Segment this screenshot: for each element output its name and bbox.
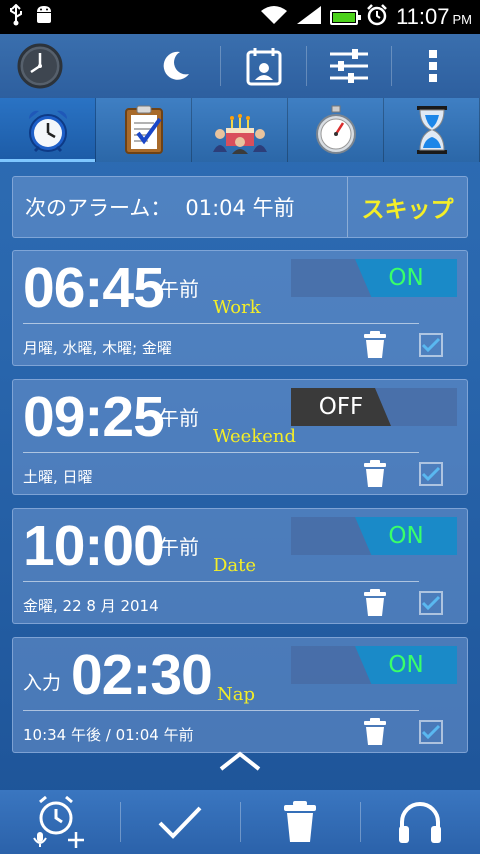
signal-icon <box>296 5 322 29</box>
next-alarm-card: 次のアラーム： 01:04 午前 スキップ <box>12 176 468 238</box>
headphones-icon <box>399 802 441 843</box>
tab-bar <box>0 98 480 162</box>
alarm-toggle[interactable]: OFF <box>291 388 457 426</box>
divider <box>23 581 419 582</box>
alarm-days: 月曜, 水曜, 木曜; 金曜 <box>23 339 172 357</box>
trash-icon[interactable] <box>363 589 387 617</box>
alarm-ampm: 午前 <box>159 535 199 559</box>
tab-alarms[interactable] <box>0 98 96 162</box>
overflow-menu-icon <box>429 50 437 82</box>
alarm-time[interactable]: 10:00 <box>23 513 165 579</box>
toggle-state: ON <box>355 517 457 555</box>
divider <box>23 323 419 324</box>
alarm-checkbox[interactable] <box>419 462 443 486</box>
alarm-toggle[interactable]: ON <box>291 646 457 684</box>
alarm-checkbox[interactable] <box>419 333 443 357</box>
add-voice-alarm-button[interactable] <box>0 790 120 854</box>
checkmark-icon <box>421 466 441 482</box>
usb-icon <box>8 3 24 30</box>
wifi-icon <box>260 5 288 29</box>
sliders-icon <box>330 49 368 83</box>
trash-icon[interactable] <box>363 331 387 359</box>
alarm-checkbox[interactable] <box>419 720 443 744</box>
alarm-time[interactable]: 09:25 <box>23 384 165 450</box>
battery-icon <box>330 9 362 25</box>
alarm-days: 土曜, 日曜 <box>23 468 93 486</box>
chevron-up-icon <box>219 751 261 771</box>
alarm-name: Work <box>213 297 261 318</box>
analog-clock-icon <box>17 43 63 89</box>
tab-stopwatch[interactable] <box>288 98 384 162</box>
alarm-card[interactable]: 06:45 午前 Work ON 月曜, 水曜, 木曜; 金曜 <box>12 250 468 366</box>
next-alarm-time: 01:04 午前 <box>185 196 295 220</box>
android-icon <box>34 4 54 30</box>
checkmark-icon <box>421 724 441 740</box>
settings-button[interactable] <box>307 34 391 98</box>
alarm-clock-icon <box>366 4 388 30</box>
trash-icon[interactable] <box>363 460 387 488</box>
status-bar: 11:07 PM <box>0 0 480 34</box>
alarm-toggle[interactable]: ON <box>291 517 457 555</box>
skip-button[interactable]: スキップ <box>347 177 467 237</box>
divider <box>23 452 419 453</box>
stopwatch-icon <box>315 105 356 154</box>
divider <box>23 710 419 711</box>
checkmark-icon <box>158 806 202 839</box>
alarm-time[interactable]: 02:30 <box>71 642 213 708</box>
tab-birthdays[interactable] <box>192 98 288 162</box>
alarm-name: Date <box>213 555 257 576</box>
status-time: 11:07 PM <box>396 4 472 29</box>
bottom-bar <box>0 790 480 854</box>
calendar-button[interactable] <box>221 34 306 98</box>
alarm-toggle[interactable]: ON <box>291 259 457 297</box>
calendar-icon <box>246 48 281 86</box>
night-mode-button[interactable] <box>80 34 220 98</box>
alarm-clock-icon <box>28 110 67 153</box>
delete-button[interactable] <box>240 790 360 854</box>
alarm-card[interactable]: 10:00 午前 Date ON 金曜, 22 8 月 2014 <box>12 508 468 624</box>
analog-clock-button[interactable] <box>0 34 80 98</box>
hourglass-icon <box>416 106 447 154</box>
alarm-name: Weekend <box>213 426 297 447</box>
tab-timer[interactable] <box>384 98 480 162</box>
alarm-card[interactable]: 09:25 午前 Weekend OFF 土曜, 日曜 <box>12 379 468 495</box>
confirm-button[interactable] <box>120 790 240 854</box>
expand-up-button[interactable] <box>218 750 262 776</box>
alarm-name: Nap <box>217 684 256 705</box>
toggle-state: ON <box>355 646 457 684</box>
checkmark-icon <box>421 337 441 353</box>
action-bar <box>0 34 480 98</box>
toggle-state: OFF <box>291 388 391 426</box>
alarm-days: 10:34 午後 / 01:04 午前 <box>23 726 194 744</box>
alarm-card[interactable]: 入力 02:30 Nap ON 10:34 午後 / 01:04 午前 <box>12 637 468 753</box>
checkmark-icon <box>421 595 441 611</box>
birthday-cake-icon <box>212 114 267 154</box>
tab-tasks[interactable] <box>96 98 192 162</box>
alarm-days: 金曜, 22 8 月 2014 <box>23 597 159 615</box>
toggle-state: ON <box>355 259 457 297</box>
alarm-checkbox[interactable] <box>419 591 443 615</box>
trash-icon <box>284 801 316 842</box>
next-alarm-label: 次のアラーム： <box>25 196 172 220</box>
alarm-time[interactable]: 06:45 <box>23 255 165 321</box>
alarm-ampm: 午前 <box>159 277 199 301</box>
overflow-menu-button[interactable] <box>392 34 474 98</box>
clipboard-icon <box>124 105 163 154</box>
headphones-button[interactable] <box>360 790 480 854</box>
add-voice-alarm-icon <box>33 796 84 848</box>
trash-icon[interactable] <box>363 718 387 746</box>
alarm-input-label: 入力 <box>23 672 62 694</box>
alarm-ampm: 午前 <box>159 406 199 430</box>
moon-icon <box>163 51 189 80</box>
